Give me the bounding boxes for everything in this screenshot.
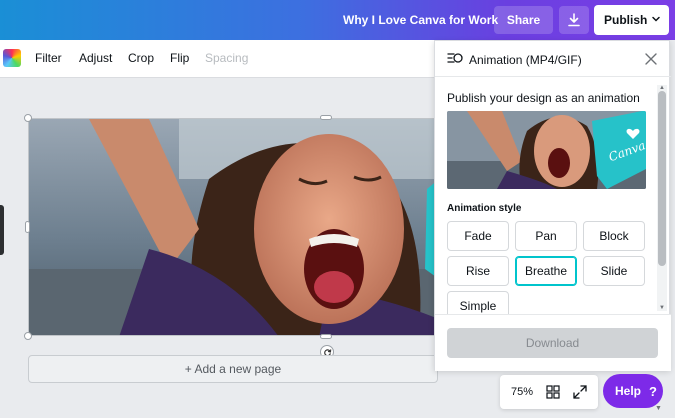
animation-icon — [447, 53, 463, 63]
toolbar-flip[interactable]: Flip — [170, 51, 189, 65]
scroll-down-icon[interactable]: ▼ — [659, 305, 665, 311]
zoom-level[interactable]: 75% — [511, 386, 533, 398]
panel-scrollbar[interactable]: ▲ ▼ — [657, 85, 667, 311]
publish-button[interactable]: Publish — [594, 5, 669, 35]
help-button[interactable]: Help ? — [603, 374, 663, 408]
style-fade-button[interactable]: Fade — [447, 221, 509, 251]
animation-style-label: Animation style — [447, 203, 522, 214]
design-photo — [29, 119, 437, 335]
top-bar: Why I Love Canva for Work Share Publish — [0, 0, 675, 40]
document-title[interactable]: Why I Love Canva for Work — [343, 13, 498, 27]
publish-label: Publish — [604, 13, 648, 27]
scroll-down-icon[interactable]: ▼ — [655, 405, 662, 412]
download-animation-button[interactable]: Download — [447, 328, 658, 358]
side-panel-toggle[interactable] — [0, 205, 4, 255]
panel-header: Animation (MP4/GIF) — [435, 41, 671, 77]
animation-preview: Canva — [447, 111, 646, 189]
style-slide-button[interactable]: Slide — [583, 256, 645, 286]
toolbar-filter[interactable]: Filter — [35, 51, 62, 65]
download-icon — [568, 13, 580, 27]
color-picker-icon[interactable] — [3, 49, 21, 67]
panel-title: Animation (MP4/GIF) — [469, 53, 582, 67]
scrollbar-thumb[interactable] — [658, 91, 666, 266]
preview-image: Canva — [447, 111, 646, 189]
toolbar-adjust[interactable]: Adjust — [79, 51, 112, 65]
style-breathe-button[interactable]: Breathe — [515, 256, 577, 286]
share-button[interactable]: Share — [494, 6, 553, 34]
chevron-down-icon — [652, 16, 660, 22]
fullscreen-icon[interactable] — [573, 385, 587, 399]
grid-view-icon[interactable] — [546, 385, 560, 399]
help-label: Help — [615, 384, 642, 398]
resize-handle-top[interactable] — [320, 115, 332, 120]
animation-panel: Animation (MP4/GIF) Publish your design … — [434, 40, 671, 371]
resize-handle-top-left[interactable] — [24, 114, 32, 122]
panel-footer: Download — [435, 314, 671, 371]
toolbar-spacing: Spacing — [205, 51, 249, 65]
resize-handle-left[interactable] — [25, 221, 30, 233]
style-rise-button[interactable]: Rise — [447, 256, 509, 286]
help-question-icon: ? — [649, 383, 657, 399]
zoom-controls: 75% — [500, 375, 598, 409]
style-block-button[interactable]: Block — [583, 221, 645, 251]
panel-subtitle: Publish your design as an animation — [447, 91, 640, 105]
design-page[interactable] — [28, 118, 438, 336]
download-button[interactable] — [559, 6, 589, 34]
edit-toolbar: Filter Adjust Crop Flip Spacing — [0, 40, 435, 78]
resize-handle-bottom[interactable] — [320, 334, 332, 339]
toolbar-crop[interactable]: Crop — [128, 51, 154, 65]
close-icon[interactable] — [643, 51, 659, 67]
add-page-button[interactable]: + Add a new page — [28, 355, 438, 383]
style-pan-button[interactable]: Pan — [515, 221, 577, 251]
resize-handle-bottom-left[interactable] — [24, 332, 32, 340]
